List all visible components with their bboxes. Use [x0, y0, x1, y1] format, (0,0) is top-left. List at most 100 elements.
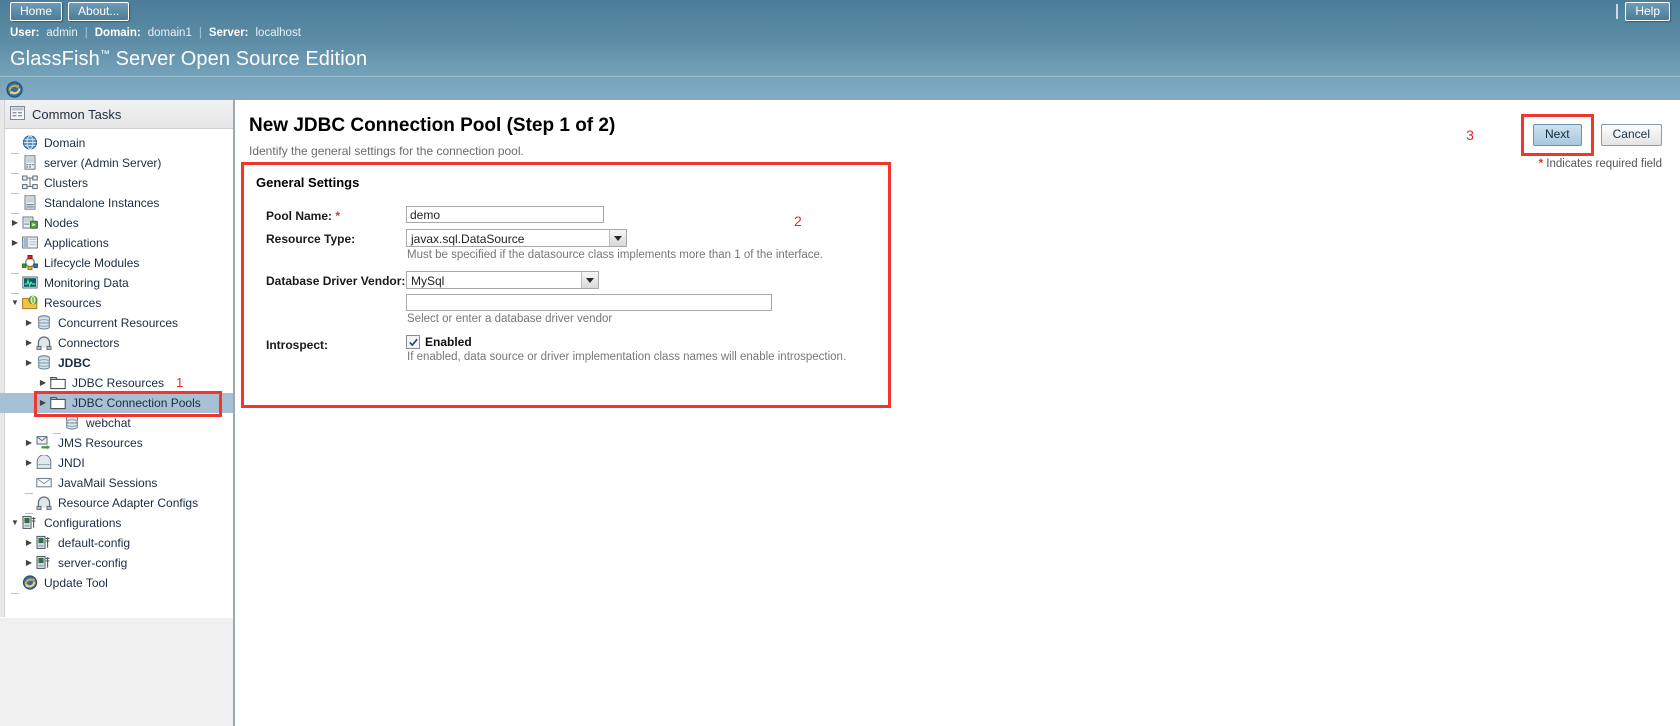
db-icon: [36, 315, 53, 331]
chevron-right-icon[interactable]: ▶: [36, 373, 50, 393]
sidebar-item-clusters[interactable]: Clusters: [0, 173, 233, 194]
introspect-checkbox[interactable]: [406, 335, 420, 349]
chevron-right-icon[interactable]: ▶: [22, 553, 36, 573]
masthead-tabs: Home About...: [10, 2, 130, 21]
context-divider-1: |: [84, 26, 88, 39]
driver-vendor-select[interactable]: MySql: [406, 271, 599, 289]
cancel-button[interactable]: Cancel: [1600, 124, 1662, 146]
sidebar-item-nodes[interactable]: ▶ Nodes: [0, 213, 233, 233]
help-divider: [1616, 4, 1619, 19]
required-field-note: * Indicates required field: [1539, 158, 1662, 170]
mail-icon: [36, 475, 53, 491]
sidebar-header-common-tasks[interactable]: Common Tasks: [0, 100, 233, 129]
connector-icon: [36, 335, 53, 351]
pool-name-required-asterisk: *: [335, 209, 341, 223]
sidebar-item-label: Applications: [44, 236, 109, 250]
introspect-label: Introspect:: [266, 338, 329, 352]
sidebar-item-jms-resources[interactable]: ▶ JMS Resources: [0, 433, 233, 453]
lifecycle-icon: [21, 254, 39, 271]
masthead-toolbar: [0, 76, 1680, 101]
server-key: Server:: [208, 26, 249, 39]
driver-vendor-input[interactable]: [406, 294, 772, 311]
sidebar-item-label: Resource Adapter Configs: [58, 496, 199, 510]
pool-name-input[interactable]: [406, 206, 604, 223]
help-button[interactable]: Help: [1625, 2, 1670, 21]
sidebar-item-standalone-instances[interactable]: Standalone Instances: [0, 193, 233, 214]
main-inner: New JDBC Connection Pool (Step 1 of 2) I…: [235, 100, 1680, 726]
sidebar-item-label: Nodes: [44, 216, 79, 230]
masthead-help-area: Help: [1616, 2, 1670, 21]
common-tasks-icon: [10, 105, 25, 123]
sidebar-item-connectors[interactable]: ▶ Connectors: [0, 333, 233, 353]
sidebar-item-resource-adapter-configs[interactable]: Resource Adapter Configs: [0, 493, 233, 514]
chevron-right-icon[interactable]: ▶: [8, 213, 22, 233]
sidebar-item-javamail-sessions[interactable]: JavaMail Sessions: [0, 473, 233, 494]
resource-type-select[interactable]: javax.sql.DataSource: [406, 229, 627, 247]
chevron-down-icon[interactable]: ▼: [8, 293, 22, 313]
tab-about[interactable]: About...: [68, 2, 130, 21]
applications-icon: [22, 235, 39, 251]
config-icon: [22, 515, 39, 531]
sidebar-item-default-config[interactable]: ▶ default-config: [0, 533, 233, 553]
driver-vendor-label: Database Driver Vendor:: [266, 274, 406, 288]
chevron-right-icon[interactable]: ▶: [8, 233, 22, 253]
resource-type-hint: Must be specified if the datasource clas…: [407, 249, 824, 261]
jms-icon: [36, 435, 53, 451]
pool-name-control: [406, 206, 888, 223]
sidebar-item-configurations[interactable]: ▼ Configurations: [0, 513, 233, 533]
sidebar-item-server-admin-server[interactable]: server (Admin Server): [0, 153, 233, 174]
sidebar-item-update-tool[interactable]: Update Tool: [0, 573, 233, 594]
next-button-highlight: Next: [1520, 114, 1594, 156]
introspect-checkbox-label: Enabled: [425, 335, 472, 349]
chevron-right-icon[interactable]: ▶: [36, 393, 50, 413]
reload-icon[interactable]: [6, 80, 23, 98]
chevron-down-icon[interactable]: ▼: [8, 513, 22, 533]
sidebar-item-label: JMS Resources: [58, 436, 143, 450]
chevron-down-icon[interactable]: [581, 272, 598, 288]
tab-home[interactable]: Home: [10, 2, 63, 21]
chevron-right-icon[interactable]: ▶: [22, 453, 36, 473]
sidebar: Common Tasks Domain server (Admin Server)…: [0, 100, 235, 726]
sidebar-item-domain[interactable]: Domain: [0, 133, 233, 154]
sidebar-item-label: JDBC: [58, 356, 91, 370]
sidebar-item-label: Concurrent Resources: [58, 316, 179, 330]
field-row-introspect: Introspect: Enabled If enabled, data sou…: [254, 335, 888, 363]
general-settings-panel: General Settings 2 Pool Name: * Resource: [241, 162, 891, 408]
domain-key: Domain:: [94, 26, 141, 39]
db-icon: [36, 355, 53, 371]
sidebar-item-lifecycle-modules[interactable]: Lifecycle Modules: [0, 253, 233, 274]
chevron-right-icon[interactable]: ▶: [22, 533, 36, 553]
chevron-right-icon[interactable]: ▶: [22, 353, 36, 373]
sidebar-item-resources[interactable]: ▼ Resources: [0, 293, 233, 313]
chevron-right-icon[interactable]: ▶: [22, 313, 36, 333]
sidebar-item-label: Configurations: [44, 516, 122, 530]
sidebar-item-jndi[interactable]: ▶ JNDI: [0, 453, 233, 473]
resource-type-label: Resource Type:: [266, 232, 356, 246]
page-title: New JDBC Connection Pool (Step 1 of 2): [249, 115, 616, 136]
field-row-resource-type: Resource Type: javax.sql.DataSource Must…: [254, 229, 888, 261]
driver-vendor-control: MySql Select or enter a database driver …: [406, 271, 888, 325]
sidebar-item-label: Monitoring Data: [44, 276, 129, 290]
clusters-icon: [22, 175, 39, 191]
masthead-tab-row: Home About... Help: [0, 0, 1680, 23]
sidebar-item-jdbc-resources[interactable]: ▶ JDBC Resources 1: [0, 373, 233, 393]
sidebar-item-label: Standalone Instances: [44, 196, 160, 210]
sidebar-item-concurrent-resources[interactable]: ▶ Concurrent Resources: [0, 313, 233, 333]
sidebar-item-server-config[interactable]: ▶ server-config: [0, 553, 233, 573]
sidebar-item-monitoring-data[interactable]: Monitoring Data: [0, 273, 233, 294]
sidebar-item-label: Domain: [44, 136, 86, 150]
sidebar-item-jdbc[interactable]: ▶ JDBC: [0, 353, 233, 373]
chevron-right-icon[interactable]: ▶: [22, 333, 36, 353]
chevron-right-icon[interactable]: ▶: [22, 433, 36, 453]
sidebar-item-jdbc-connection-pools[interactable]: ▶ JDBC Connection Pools: [0, 393, 233, 413]
annotation-marker-3: 3: [1466, 127, 1474, 143]
db-icon: [64, 415, 81, 431]
sidebar-item-webchat[interactable]: webchat: [0, 413, 233, 434]
folder-icon: [50, 375, 67, 391]
resource-type-control: javax.sql.DataSource Must be specified i…: [406, 229, 888, 261]
checkmark-icon: [408, 338, 418, 346]
brand-suffix: Server Open Source Edition: [109, 47, 368, 70]
sidebar-item-applications[interactable]: ▶ Applications: [0, 233, 233, 253]
chevron-down-icon[interactable]: [609, 230, 626, 246]
next-button[interactable]: Next: [1532, 124, 1582, 146]
